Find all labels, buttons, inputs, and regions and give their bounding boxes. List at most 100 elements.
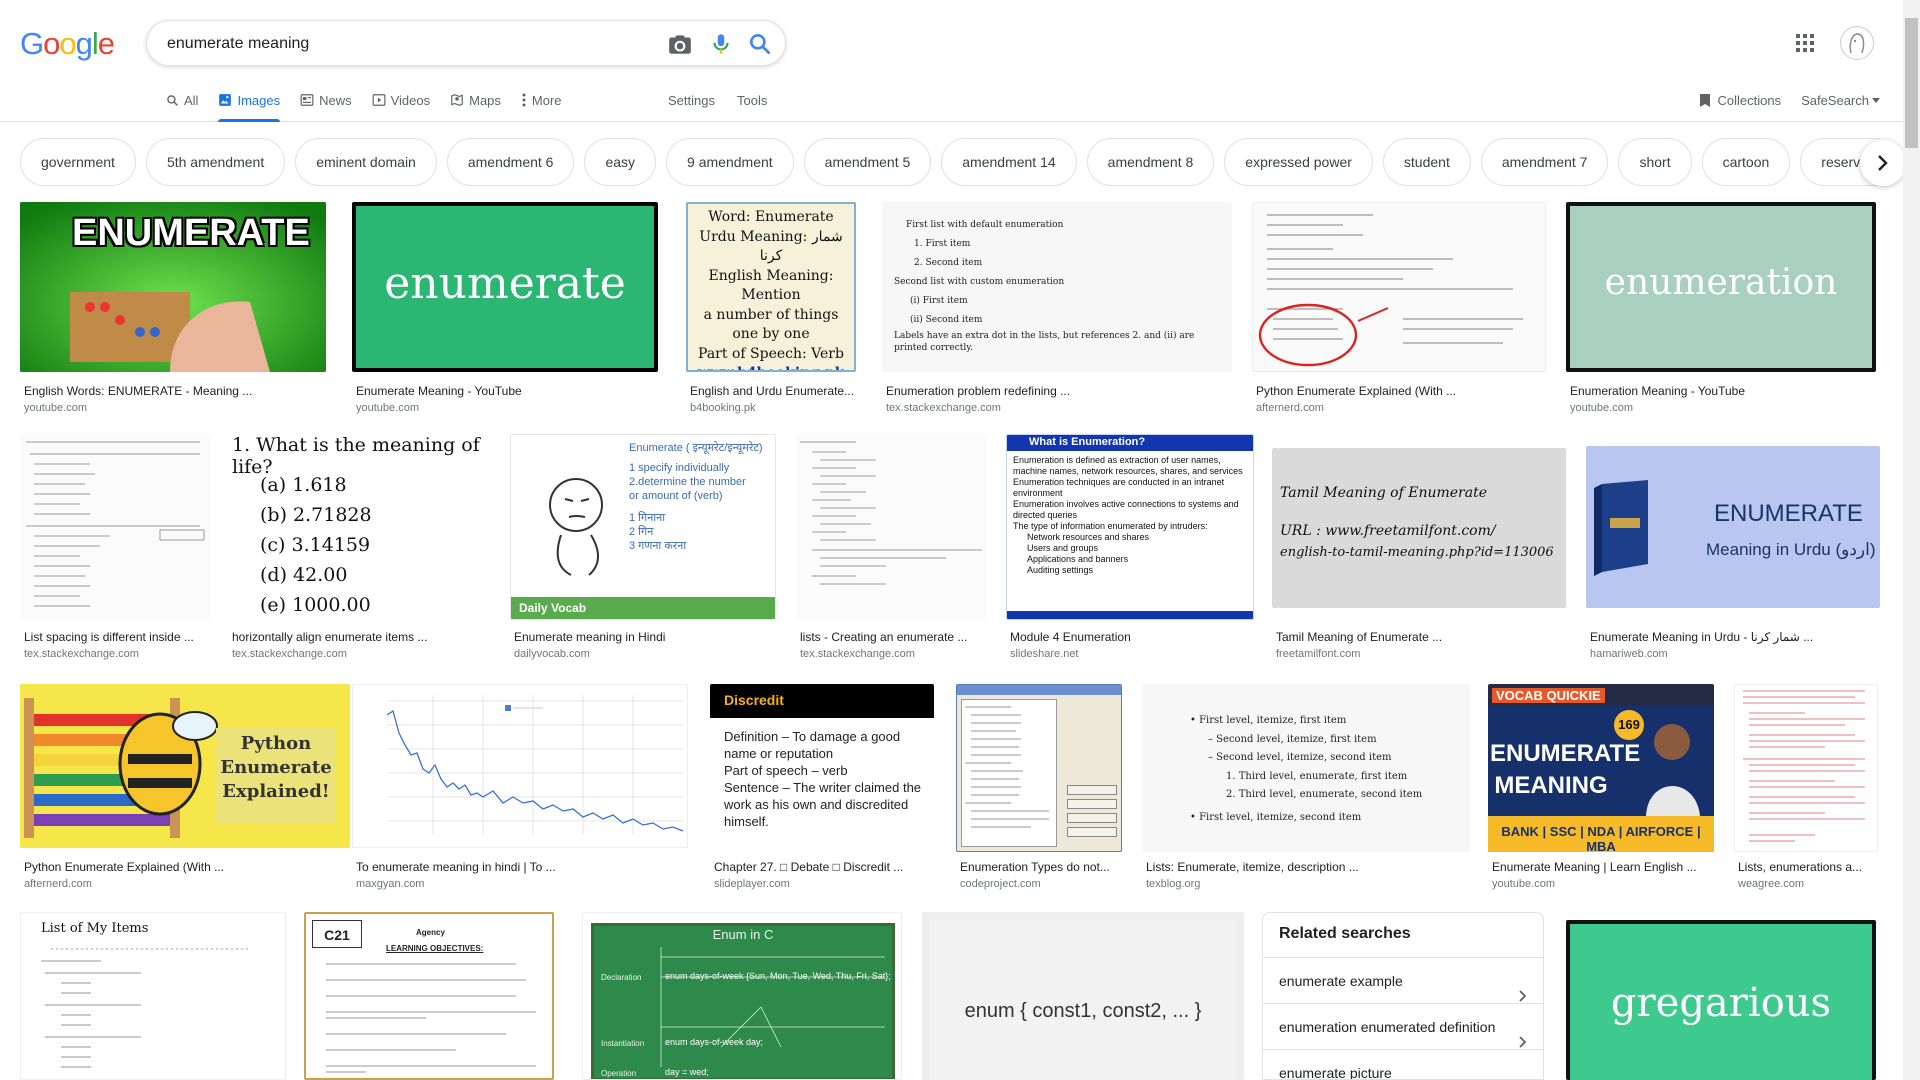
tab-more[interactable]: More xyxy=(521,82,562,118)
result-title[interactable]: Lists, enumerations a... xyxy=(1738,860,1880,874)
image-result[interactable]: Enumeration Types do not... codeproject.… xyxy=(956,684,1124,898)
image-result[interactable]: What is Enumeration? Enumeration is defi… xyxy=(1006,434,1256,664)
image-result[interactable]: enumerate Enumerate Meaning - YouTube yo… xyxy=(352,202,668,416)
tab-videos[interactable]: Videos xyxy=(372,82,430,118)
scrollbar-thumb[interactable] xyxy=(1905,18,1918,148)
related-search-item[interactable]: enumerate picture xyxy=(1263,1049,1543,1079)
safesearch-dropdown[interactable]: SafeSearch xyxy=(1801,93,1880,108)
thumbnail-text: enumerate xyxy=(384,258,626,309)
image-result[interactable]: enumeration Enumeration Meaning - YouTub… xyxy=(1566,202,1876,416)
image-result[interactable]: Discredit Definition – To damage a good … xyxy=(710,684,934,898)
collections-link[interactable]: Collections xyxy=(1699,93,1781,108)
chip[interactable]: government xyxy=(20,138,136,186)
result-title[interactable]: English Words: ENUMERATE - Meaning ... xyxy=(24,384,324,398)
chip[interactable]: short xyxy=(1618,138,1692,186)
image-result[interactable]: Enumerate ( इन्यूमरेट/इन्यूमरेट) 1 speci… xyxy=(510,434,780,664)
result-title[interactable]: List spacing is different inside ... xyxy=(24,630,214,644)
result-title[interactable]: Enumerate Meaning in Urdu - شمار کرنا ..… xyxy=(1590,630,1880,644)
image-result[interactable]: • First level, itemize, first item – Sec… xyxy=(1142,684,1472,898)
tools-link[interactable]: Tools xyxy=(737,93,767,108)
account-avatar[interactable] xyxy=(1840,26,1874,60)
image-result[interactable]: To enumerate meaning in hindi | To ... m… xyxy=(352,684,692,898)
result-domain: youtube.com xyxy=(1492,878,1555,890)
image-result[interactable]: Python Enumerate Explained! Python Enume… xyxy=(20,684,354,898)
camera-icon[interactable] xyxy=(667,31,693,57)
result-title[interactable]: Module 4 Enumeration xyxy=(1010,630,1256,644)
chip[interactable]: amendment 5 xyxy=(803,138,932,186)
tab-news[interactable]: News xyxy=(300,82,352,118)
more-vert-icon xyxy=(521,93,527,107)
tab-all[interactable]: All xyxy=(166,82,198,118)
google-logo[interactable]: Google xyxy=(20,26,115,62)
image-result[interactable]: ENUMERATE Meaning in Urdu (اردو) Enumera… xyxy=(1586,434,1882,664)
result-title[interactable]: Enumerate Meaning | Learn English ... xyxy=(1492,860,1712,874)
image-result[interactable]: List spacing is different inside ... tex… xyxy=(20,434,216,664)
image-result[interactable]: lists - Creating an enumerate ... tex.st… xyxy=(796,434,986,664)
result-title[interactable]: English and Urdu Enumerate... xyxy=(690,384,856,398)
chip[interactable]: expressed power xyxy=(1224,138,1373,186)
tab-images[interactable]: Images xyxy=(218,82,280,122)
chip[interactable]: eminent domain xyxy=(295,138,437,186)
result-title[interactable]: Enumeration Types do not... xyxy=(960,860,1124,874)
image-result[interactable]: 1. What is the meaning of life? (a) 1.61… xyxy=(228,434,494,664)
image-result[interactable]: Word: Enumerate Urdu Meaning: شمار کرنا … xyxy=(686,202,856,416)
result-title[interactable]: Enumeration Meaning - YouTube xyxy=(1570,384,1870,398)
microphone-icon[interactable] xyxy=(708,31,734,57)
result-title[interactable]: Enumeration problem redefining ... xyxy=(886,384,1226,398)
result-title[interactable]: To enumerate meaning in hindi | To ... xyxy=(356,860,686,874)
image-result[interactable]: First list with default enumeration 1. F… xyxy=(882,202,1232,416)
image-result[interactable]: Lists, enumerations a... weagree.com xyxy=(1734,684,1880,898)
result-title[interactable]: lists - Creating an enumerate ... xyxy=(800,630,986,644)
chip[interactable]: student xyxy=(1382,138,1471,186)
chip[interactable]: amendment 14 xyxy=(941,138,1077,186)
chip[interactable]: easy xyxy=(584,138,657,186)
image-result[interactable]: enum { const1, const2, ... } xyxy=(922,912,1244,1080)
thumbnail-line: 1. Third level, enumerate, first item xyxy=(1226,770,1408,782)
image-result[interactable]: VOCAB QUICKIE 169 ENUMERATE MEANING BANK… xyxy=(1488,684,1714,898)
refinement-chips: government 5th amendment eminent domain ame… xyxy=(20,138,1880,188)
result-title[interactable]: horizontally align enumerate items ... xyxy=(232,630,492,644)
thumbnail-line: 1 specify individually xyxy=(629,462,730,474)
news-icon xyxy=(300,93,314,107)
thumbnail-line: (d) 42.00 xyxy=(260,564,348,586)
result-title[interactable]: Tamil Meaning of Enumerate ... xyxy=(1276,630,1566,644)
thumbnail-line: Network resources and shares xyxy=(1027,532,1150,542)
google-apps-icon[interactable] xyxy=(1794,32,1816,54)
related-search-item[interactable]: enumerate example xyxy=(1263,957,1543,1003)
chip[interactable]: 9 amendment xyxy=(666,138,794,186)
image-result[interactable]: gregarious xyxy=(1566,912,1876,1080)
chips-next-button[interactable] xyxy=(1860,140,1906,186)
search-input[interactable] xyxy=(167,33,627,55)
settings-link[interactable]: Settings xyxy=(668,93,715,108)
chip[interactable]: amendment 7 xyxy=(1480,138,1609,186)
tab-label: All xyxy=(184,92,199,108)
image-result[interactable]: Tamil Meaning of Enumerate URL : www.fre… xyxy=(1272,434,1572,664)
result-title[interactable]: Enumerate Meaning - YouTube xyxy=(356,384,656,398)
thumbnail-line: (ii) Second item xyxy=(910,315,983,325)
chip[interactable]: amendment 8 xyxy=(1086,138,1215,186)
image-result[interactable]: Enum in C Declaration enum days-of-week … xyxy=(582,912,902,1080)
search-icon[interactable] xyxy=(747,31,773,57)
result-title[interactable]: Chapter 27. □ Debate □ Discredit ... xyxy=(714,860,934,874)
image-result[interactable]: Python Enumerate Explained (With ... aft… xyxy=(1252,202,1546,416)
page-scrollbar[interactable] xyxy=(1903,0,1920,1080)
chip[interactable]: amendment 6 xyxy=(446,138,575,186)
tab-maps[interactable]: Maps xyxy=(450,82,501,118)
image-result[interactable]: List of My Items xyxy=(20,912,286,1080)
image-icon xyxy=(218,93,232,107)
chip[interactable]: 5th amendment xyxy=(145,138,286,186)
result-title[interactable]: Python Enumerate Explained (With ... xyxy=(1256,384,1546,398)
chip[interactable]: cartoon xyxy=(1701,138,1791,186)
result-domain: afternerd.com xyxy=(1256,402,1324,414)
image-result[interactable]: ENUMERATE English Words: ENUMERATE - Mea… xyxy=(20,202,330,416)
related-search-item[interactable]: enumeration enumerated definition xyxy=(1263,1003,1543,1049)
map-icon xyxy=(450,93,464,107)
thumbnail-line: enum { const1, const2, ... } xyxy=(964,1000,1202,1022)
result-thumbnail: gregarious xyxy=(1566,920,1876,1080)
result-title[interactable]: Lists: Enumerate, itemize, description .… xyxy=(1146,860,1466,874)
image-result[interactable]: C21 Agency LEARNING OBJECTIVES: xyxy=(304,912,554,1080)
result-title[interactable]: Python Enumerate Explained (With ... xyxy=(24,860,354,874)
thumbnail-line: MEANING xyxy=(1494,772,1608,799)
thumbnail-line: 2. Second item xyxy=(914,258,983,268)
result-title[interactable]: Enumerate meaning in Hindi xyxy=(514,630,780,644)
